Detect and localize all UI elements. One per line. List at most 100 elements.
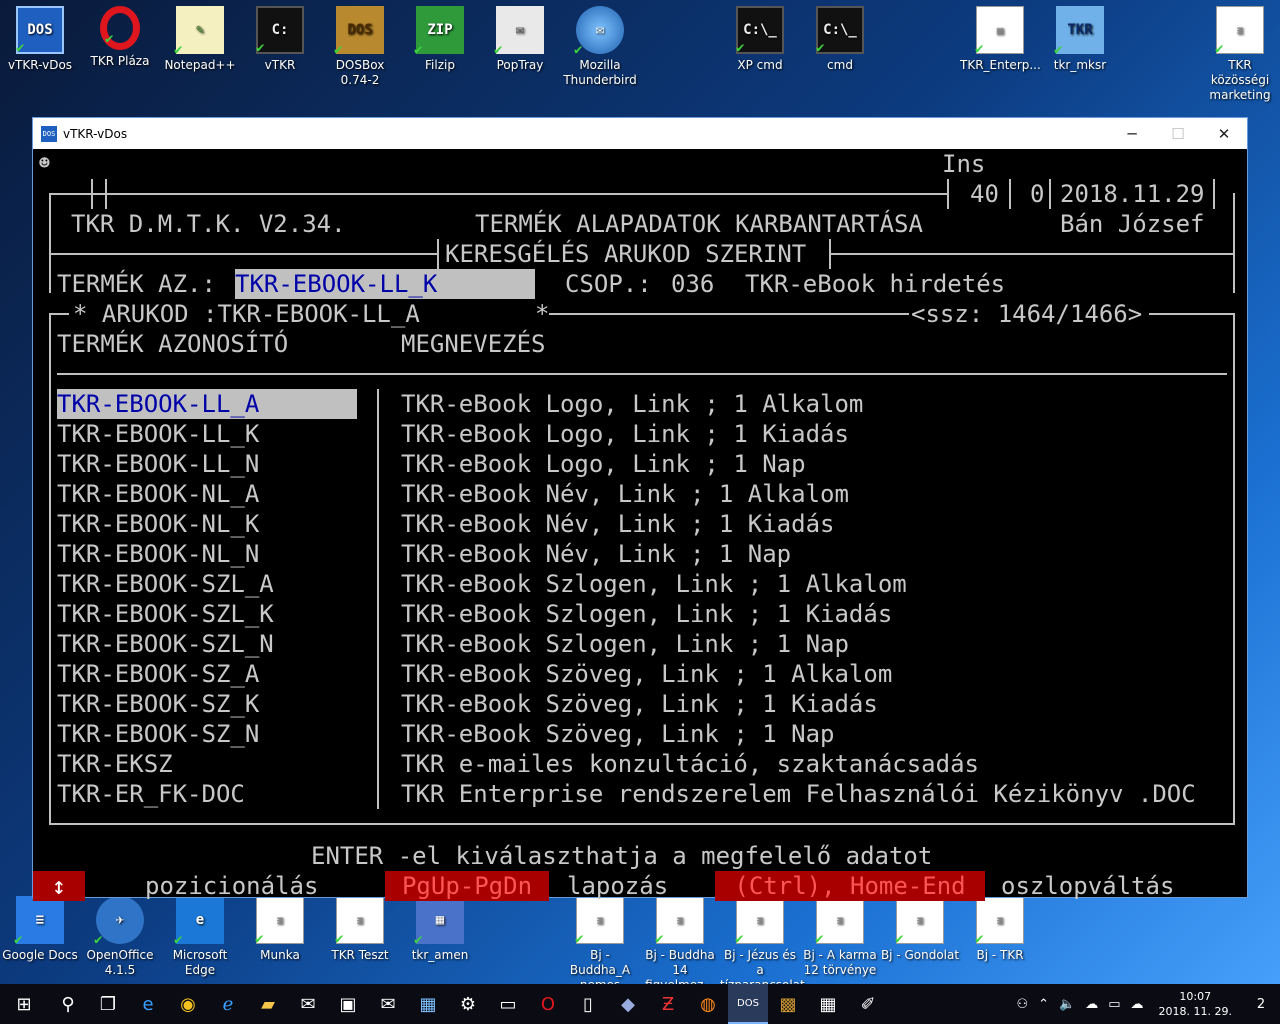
arrow-key-badge: ↕ [33, 871, 85, 901]
dos-console[interactable]: ☻ Ins 40 0 2018.11.29 TKR D.M.T.K. V2.34… [33, 149, 1247, 901]
desktop-icon[interactable]: C: vTKR [240, 0, 320, 73]
desktop-icon[interactable]: ▤TKR_Enterp... [960, 0, 1041, 73]
cmd-taskbar-icon[interactable]: ▭ [488, 984, 528, 1024]
desktop-icon[interactable]: C:\_ XP cmd [720, 0, 800, 73]
row-product-name[interactable]: TKR-eBook Szöveg, Link ; 1 Kiadás [401, 689, 878, 719]
volume-icon[interactable]: 🔈 [1054, 997, 1080, 1012]
row-product-id[interactable]: TKR-EBOOK-NL_N [57, 539, 259, 569]
ie-taskbar-icon[interactable]: ℯ [208, 984, 248, 1024]
row-product-id[interactable]: TKR-EBOOK-SZ_N [57, 719, 259, 749]
arrow-key-desc: pozicionálás [145, 872, 319, 900]
desktop-icon[interactable]: ≡Bj - A karma 12 törvénye [800, 890, 880, 978]
desktop-icon[interactable]: ≡TKR közösségi marketing [1200, 0, 1280, 103]
minimize-button[interactable]: ─ [1109, 118, 1155, 149]
desktop-icon-label: XP cmd [737, 58, 783, 72]
app-icon: ≡ [735, 896, 784, 947]
app-icon [100, 6, 140, 50]
row-product-id[interactable]: TKR-EBOOK-SZ_A [57, 659, 259, 689]
document-icon[interactable]: ▯ [568, 984, 608, 1024]
task-view-icon[interactable]: ❐ [88, 984, 128, 1024]
row-product-id[interactable]: TKR-EBOOK-SZL_A [57, 569, 274, 599]
close-button[interactable]: ✕ [1201, 118, 1247, 149]
desktop-icon[interactable]: DOSDOSBox 0.74-2 [320, 0, 400, 88]
desktop-icon[interactable]: ZIPFilzip [400, 0, 480, 73]
row-product-name[interactable]: TKR-eBook Szlogen, Link ; 1 Kiadás [401, 599, 892, 629]
store-bag-icon[interactable]: ▣ [328, 984, 368, 1024]
row-product-id[interactable]: TKR-EBOOK-NL_K [57, 509, 259, 539]
row-product-id[interactable]: TKR-EBOOK-LL_K [57, 419, 259, 449]
desktop-icon[interactable]: ≡Bj - Buddha 14 figyelmez... [640, 890, 720, 993]
desktop-icon[interactable]: ✉PopTray [480, 0, 560, 73]
desktop-icon-label: Microsoft Edge [172, 948, 228, 977]
desktop-icon[interactable]: ✉Mozilla Thunderbird [560, 0, 640, 88]
onedrive-icon[interactable]: ☁ [1126, 997, 1149, 1012]
vdos-taskbar-icon[interactable]: DOS [728, 984, 768, 1024]
desktop-icon[interactable]: TKRtkr_mksr [1040, 0, 1120, 73]
firefox-taskbar-icon[interactable]: ◍ [688, 984, 728, 1024]
desktop-icon[interactable]: ✎Notepad++ [160, 0, 240, 73]
row-product-name[interactable]: TKR-eBook Logo, Link ; 1 Alkalom [401, 389, 863, 419]
edge-taskbar-icon[interactable]: e [128, 984, 168, 1024]
row-product-name[interactable]: TKR-eBook Szöveg, Link ; 1 Alkalom [401, 659, 892, 689]
row-product-name[interactable]: TKR-eBook Logo, Link ; 1 Nap [401, 449, 806, 479]
row-product-name[interactable]: TKR-eBook Név, Link ; 1 Alkalom [401, 479, 849, 509]
people-icon[interactable]: ⚇ [1011, 997, 1033, 1012]
frame-top-line [49, 193, 949, 195]
calculator-icon[interactable]: ▦ [808, 984, 848, 1024]
row-product-name[interactable]: TKR e-mailes konzultáció, szaktanácsadás [401, 749, 979, 779]
maximize-button[interactable]: ☐ [1155, 118, 1201, 149]
row-product-id[interactable]: TKR-EKSZ [57, 749, 173, 779]
product-id-field[interactable]: TKR-EBOOK-LL_K [235, 269, 535, 299]
row-product-name[interactable]: TKR-eBook Szlogen, Link ; 1 Nap [401, 629, 849, 659]
desktop-icon[interactable]: ✈OpenOffice 4.1.5 [80, 890, 160, 978]
opera-taskbar-icon[interactable]: O [528, 984, 568, 1024]
desktop-icon-label: Notepad++ [164, 58, 236, 72]
app-icon: C: [256, 6, 304, 56]
mail-client-icon[interactable]: ✉ [288, 984, 328, 1024]
row-product-id[interactable]: TKR-ER_FK-DOC [57, 779, 245, 809]
row-product-name[interactable]: TKR-eBook Szlogen, Link ; 1 Alkalom [401, 569, 907, 599]
search-icon[interactable]: ⚲ [48, 984, 88, 1024]
row-product-name[interactable]: TKR-eBook Logo, Link ; 1 Kiadás [401, 419, 849, 449]
clock[interactable]: 10:07 2018. 11. 29. [1149, 989, 1242, 1019]
desktop-icon[interactable]: C:\_cmd [800, 0, 880, 73]
notification-center-button[interactable]: 2 [1242, 984, 1280, 1024]
filezilla-icon[interactable]: Ƶ [648, 984, 688, 1024]
desktop-icon[interactable]: eMicrosoft Edge [160, 890, 240, 978]
dosbox-taskbar-icon[interactable]: ▩ [768, 984, 808, 1024]
cloud-icon[interactable]: ☁ [1080, 997, 1103, 1012]
row-product-name[interactable]: TKR-eBook Név, Link ; 1 Kiadás [401, 509, 834, 539]
product-id-label: TERMÉK AZ.: [57, 270, 216, 298]
desktop-icon[interactable]: TKR Pláza [80, 0, 160, 69]
settings-gear-icon[interactable]: ⚙ [448, 984, 488, 1024]
app-version: TKR D.M.T.K. V2.34. [71, 210, 346, 238]
start-windows-icon[interactable]: ⊞ [0, 984, 48, 1024]
dos-app-icon: DOS [41, 125, 57, 142]
network-icon[interactable]: ▭ [1103, 997, 1125, 1012]
row-product-id[interactable]: TKR-EBOOK-LL_A [57, 389, 357, 419]
vdos-window[interactable]: DOS vTKR-vDos ─ ☐ ✕ ☻ Ins 40 0 2018.11.2… [32, 117, 1248, 901]
row-product-id[interactable]: TKR-EBOOK-SZL_N [57, 629, 274, 659]
record-position: <ssz: 1464/1466> [911, 300, 1143, 328]
row-product-id[interactable]: TKR-EBOOK-SZ_K [57, 689, 259, 719]
row-product-name[interactable]: TKR Enterprise rendszerelem Felhasználói… [401, 779, 1196, 809]
desktop-icon[interactable]: ≡Bj - Jézus és a tízparancsolat [720, 890, 805, 993]
chrome-taskbar-icon[interactable]: ◉ [168, 984, 208, 1024]
window-titlebar[interactable]: DOS vTKR-vDos ─ ☐ ✕ [33, 118, 1247, 149]
desktop-icon-label: vTKR-vDos [7, 58, 73, 72]
row-product-id[interactable]: TKR-EBOOK-SZL_K [57, 599, 274, 629]
frame-tick [91, 179, 93, 209]
window-layout-icon[interactable]: ▦ [408, 984, 448, 1024]
row-product-name[interactable]: TKR-eBook Név, Link ; 1 Nap [401, 539, 791, 569]
mail-icon[interactable]: ✉ [368, 984, 408, 1024]
desktop-icon[interactable]: DOS vTKR-vDos [0, 0, 80, 73]
row-product-id[interactable]: TKR-EBOOK-LL_N [57, 449, 259, 479]
paint-icon[interactable]: ✐ [848, 984, 888, 1024]
frame-tick [1049, 179, 1051, 209]
explorer-folder-icon[interactable]: ▰ [248, 984, 288, 1024]
row-product-id[interactable]: TKR-EBOOK-NL_A [57, 479, 259, 509]
row-product-name[interactable]: TKR-eBook Szöveg, Link ; 1 Nap [401, 719, 834, 749]
list-frame-top [1149, 313, 1235, 315]
tray-chevron-icon[interactable]: ⌃ [1033, 997, 1054, 1012]
notes-icon[interactable]: ◆ [608, 984, 648, 1024]
